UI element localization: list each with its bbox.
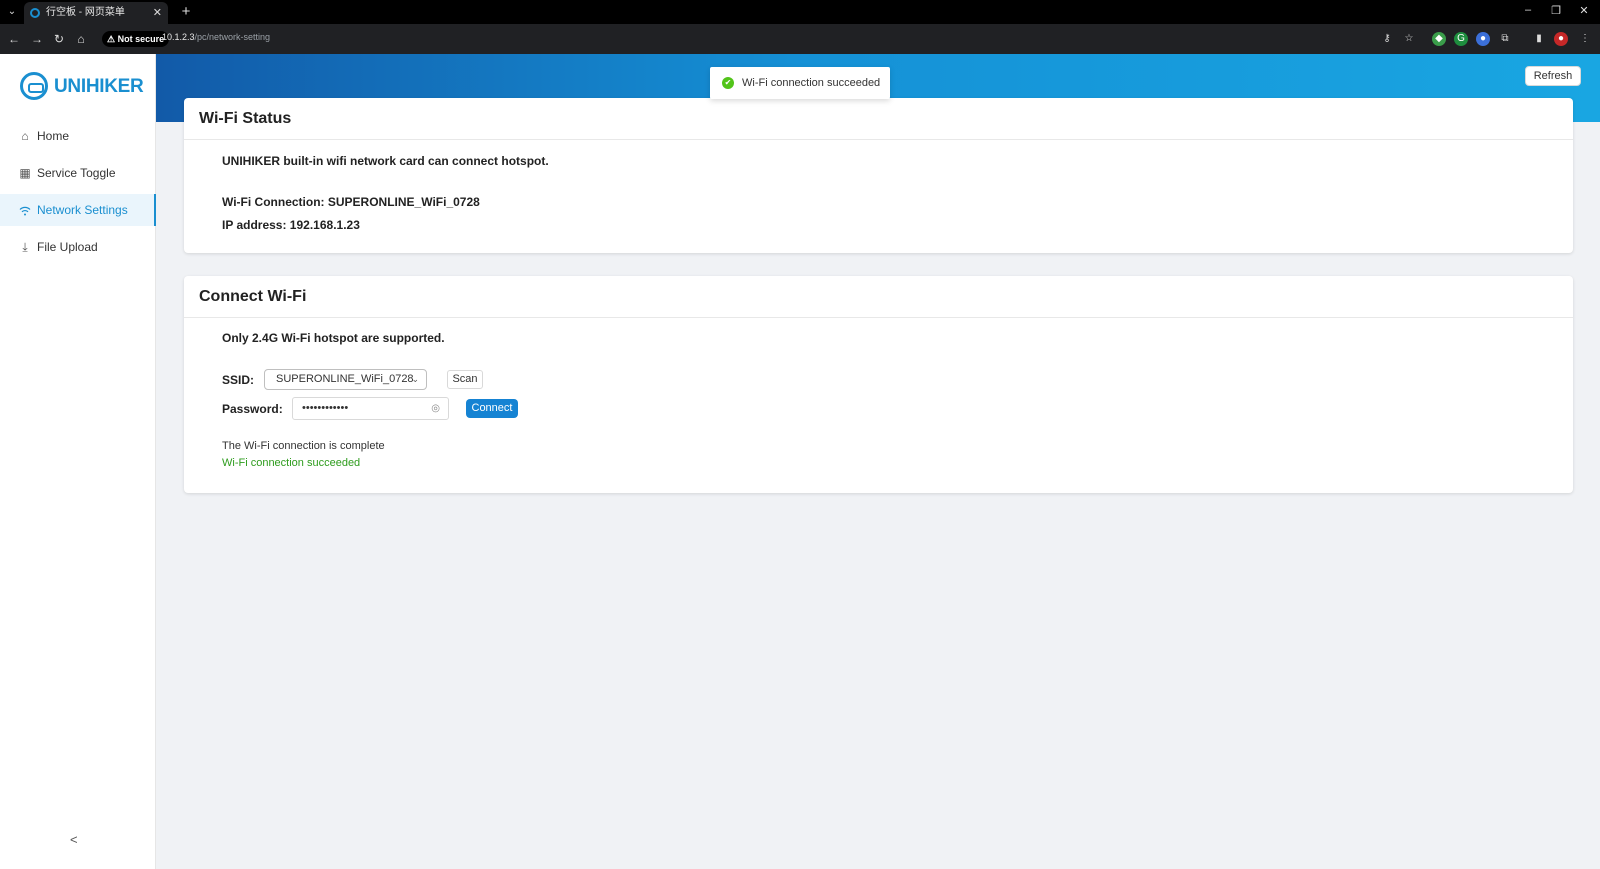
reload-icon[interactable]: ↻ [52,32,66,46]
home-button-icon[interactable]: ⌂ [74,32,88,46]
home-icon: ⌂ [21,129,29,143]
wifi-status-card: Wi-Fi Status UNIHIKER built-in wifi netw… [184,98,1573,253]
extension-icon[interactable]: ● [1476,32,1490,46]
url-text: 10.1.2.3/pc/network-setting [162,32,271,42]
extensions-puzzle-icon[interactable]: ⧉ [1498,32,1512,46]
connect-button[interactable]: Connect [466,399,518,418]
scan-button[interactable]: Scan [447,370,483,389]
password-input[interactable]: •••••••••••• ◎ [292,397,449,420]
tab-favicon-icon [30,8,40,18]
wifi-status-title: Wi-Fi Status [184,98,1573,140]
sidebar-item-file-upload[interactable]: ⤓ File Upload [0,231,156,263]
forward-icon[interactable]: → [30,32,44,46]
check-circle-icon: ✔ [722,77,734,89]
address-bar[interactable]: ⚠ Not secure 10.1.2.3/pc/network-setting [98,28,1412,50]
new-tab-button[interactable]: + [176,2,196,22]
success-toast: ✔ Wi-Fi connection succeeded [710,67,890,99]
refresh-button[interactable]: Refresh [1525,66,1581,86]
browser-toolbar: ← → ↻ ⌂ ⚠ Not secure 10.1.2.3/pc/network… [0,24,1600,54]
connect-wifi-card: Connect Wi-Fi Only 2.4G Wi-Fi hotspot ar… [184,276,1573,493]
browser-tab-bar: ⌄ 行空板 - 网页菜单 ✕ + – ❐ ✕ [0,0,1600,24]
upload-icon: ⤓ [22,240,28,254]
restore-icon[interactable]: ❐ [1548,4,1564,17]
sidebar-item-label: Network Settings [37,203,128,217]
supported-note: Only 2.4G Wi-Fi hotspot are supported. [222,331,445,345]
shield-extension-icon[interactable]: ◆ [1432,32,1446,46]
password-masked-value: •••••••••••• [302,402,349,414]
eye-hidden-icon[interactable]: ◎ [431,398,440,419]
grammarly-extension-icon[interactable]: G [1454,32,1468,46]
ssid-selected-value: SUPERONLINE_WiFi_0728 [276,373,414,385]
chevron-down-icon: ⌄ [411,374,419,384]
sidebar-item-label: File Upload [37,240,98,254]
tab-close-icon[interactable]: ✕ [153,2,162,24]
profile-avatar[interactable]: ● [1554,32,1568,46]
minimize-icon[interactable]: – [1520,4,1536,16]
side-panel-icon[interactable]: ▮ [1532,32,1546,46]
logo-text: UNIHIKER [54,76,144,97]
grid-icon: ▦ [19,166,31,180]
sidebar-item-home[interactable]: ⌂ Home [0,120,156,152]
sidebar: UNIHIKER ⌂ Home ▦ Service Toggle Network… [0,54,156,869]
not-secure-badge[interactable]: ⚠ Not secure [102,31,170,47]
connect-wifi-title: Connect Wi-Fi [184,276,1573,318]
wifi-icon [18,194,32,226]
bookmark-star-icon[interactable]: ☆ [1402,32,1416,46]
wifi-connection-text: Wi-Fi Connection: SUPERONLINE_WiFi_0728 [222,195,480,209]
unihiker-logo-icon [20,72,48,100]
ip-address-text: IP address: 192.168.1.23 [222,218,360,232]
browser-tab[interactable]: 行空板 - 网页菜单 ✕ [24,2,168,24]
sidebar-item-label: Home [37,129,70,143]
menu-kebab-icon[interactable]: ⋮ [1578,32,1592,46]
ssid-select[interactable]: SUPERONLINE_WiFi_0728 ⌄ [264,369,427,390]
sidebar-item-network-settings[interactable]: Network Settings [0,194,156,226]
connection-result-text: Wi-Fi connection succeeded [222,457,361,469]
sidebar-item-label: Service Toggle [37,166,116,180]
tab-list-button[interactable]: ⌄ [4,4,20,20]
connection-status-text: The Wi-Fi connection is complete [222,440,385,452]
password-label: Password: [222,402,283,416]
wifi-status-description: UNIHIKER built-in wifi network card can … [222,154,549,168]
sidebar-item-service-toggle[interactable]: ▦ Service Toggle [0,157,156,189]
window-close-icon[interactable]: ✕ [1576,4,1592,17]
tab-title: 行空板 - 网页菜单 [46,7,125,18]
ssid-label: SSID: [222,373,255,387]
collapse-sidebar-icon[interactable]: < [70,832,78,847]
password-key-icon[interactable]: ⚷ [1380,32,1394,46]
back-icon[interactable]: ← [7,32,21,46]
toast-message: Wi-Fi connection succeeded [742,77,881,89]
